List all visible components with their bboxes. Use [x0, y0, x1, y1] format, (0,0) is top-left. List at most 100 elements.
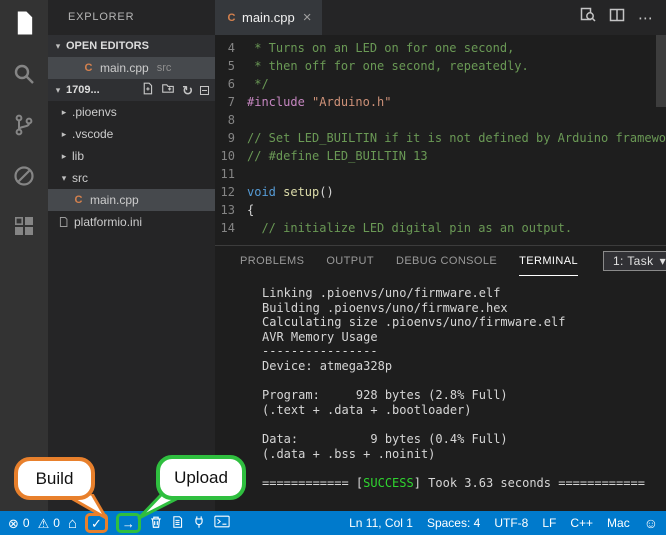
eol-mode[interactable]: LF: [542, 516, 556, 530]
chevron-right-icon: ▸: [58, 151, 70, 162]
error-count: 0: [23, 516, 30, 530]
open-editor-file-label: main.cpp: [100, 61, 149, 75]
tab-debug-console[interactable]: DEBUG CONSOLE: [396, 246, 497, 276]
code-text: // #define LED_BUILTIN 13: [247, 147, 428, 165]
tree-item-vscode[interactable]: ▸ .vscode: [48, 123, 215, 145]
editor-scrollbar[interactable]: [656, 35, 666, 107]
code-line: 9// Set LED_BUILTIN if it is not defined…: [215, 129, 666, 147]
editor-column: C main.cpp × ⋯ 4 * Turns on an LED on fo…: [215, 0, 666, 511]
terminal-selector-label: 1: Task: [613, 254, 654, 268]
new-file-icon[interactable]: [141, 82, 154, 98]
open-editor-detail: src: [157, 62, 172, 74]
annotation-build-label: Build: [36, 469, 74, 489]
files-icon: [13, 10, 36, 41]
tab-actions: ⋯: [580, 0, 666, 35]
tree-item-src[interactable]: ▾ src: [48, 167, 215, 189]
open-preview-icon[interactable]: [580, 7, 596, 28]
code-text: void setup(): [247, 183, 334, 201]
terminal-line: [262, 461, 666, 476]
code-editor[interactable]: 4 * Turns on an LED on for one second, 5…: [215, 35, 666, 245]
workspace-label: 1709...: [66, 84, 100, 96]
cursor-position[interactable]: Ln 11, Col 1: [349, 516, 413, 530]
tree-item-pioenvs[interactable]: ▸ .pioenvs: [48, 101, 215, 123]
terminal-icon: [214, 515, 230, 531]
pio-terminal-button[interactable]: [214, 515, 230, 531]
split-editor-icon[interactable]: [609, 7, 625, 28]
status-bar-right: Ln 11, Col 1 Spaces: 4 UTF-8 LF C++ Mac …: [349, 516, 658, 530]
collapse-all-icon[interactable]: [200, 86, 209, 95]
encoding[interactable]: UTF-8: [494, 516, 528, 530]
warning-icon: ⚠: [38, 517, 50, 530]
code-line: 4 * Turns on an LED on for one second,: [215, 39, 666, 57]
code-text: {: [247, 201, 254, 219]
terminal-output[interactable]: Linking .pioenvs/uno/firmware.elf Buildi…: [215, 276, 666, 490]
git-branch-icon: [12, 113, 36, 142]
line-number: 7: [215, 93, 235, 111]
tab-output[interactable]: OUTPUT: [326, 246, 374, 276]
cpp-file-icon: C: [72, 194, 85, 206]
terminal-line: Program: 928 bytes (2.8% Full): [262, 388, 666, 403]
chevron-down-icon: ▾: [52, 85, 64, 96]
code-line: 8: [215, 111, 666, 129]
workspace-header[interactable]: ▾ 1709... ↻: [48, 79, 215, 101]
tab-problems[interactable]: PROBLEMS: [240, 246, 304, 276]
main-area: EXPLORER ▾ OPEN EDITORS C main.cpp src ▾…: [0, 0, 666, 511]
terminal-line: [262, 417, 666, 432]
chevron-right-icon: ▸: [58, 107, 70, 118]
error-indicator[interactable]: ⊗0: [8, 516, 30, 530]
terminal-line: ============ [SUCCESS] Took 3.63 seconds…: [262, 476, 666, 491]
tree-item-lib[interactable]: ▸ lib: [48, 145, 215, 167]
code-line: 12void setup(): [215, 183, 666, 201]
error-icon: ⊗: [8, 517, 19, 530]
terminal-selector-dropdown[interactable]: 1: Task ▾: [603, 251, 666, 271]
ini-file-icon: [58, 216, 69, 228]
terminal-line: AVR Memory Usage: [262, 330, 666, 345]
new-folder-icon[interactable]: [161, 82, 175, 98]
activity-item-extensions[interactable]: [0, 204, 48, 255]
tab-main-cpp[interactable]: C main.cpp ×: [215, 0, 322, 35]
open-editors-header[interactable]: ▾ OPEN EDITORS: [48, 35, 215, 57]
tree-item-label: src: [72, 171, 88, 185]
line-number: 6: [215, 75, 235, 93]
sidebar-explorer: EXPLORER ▾ OPEN EDITORS C main.cpp src ▾…: [48, 0, 215, 511]
chevron-down-icon: ▾: [52, 41, 64, 52]
activity-item-explorer[interactable]: [0, 0, 48, 51]
terminal-line: Building .pioenvs/uno/firmware.hex: [262, 301, 666, 316]
chevron-right-icon: ▸: [58, 129, 70, 140]
search-icon: [12, 62, 36, 91]
refresh-icon[interactable]: ↻: [182, 84, 193, 97]
platform-label[interactable]: Mac: [607, 516, 630, 530]
tab-terminal[interactable]: TERMINAL: [519, 246, 578, 276]
code-line: 5 * then off for one second, repeatedly.: [215, 57, 666, 75]
code-text: * Turns on an LED on for one second,: [247, 39, 514, 57]
activity-item-search[interactable]: [0, 51, 48, 102]
terminal-line: ----------------: [262, 344, 666, 359]
terminal-line: Data: 9 bytes (0.4% Full): [262, 432, 666, 447]
editor-tab-bar: C main.cpp × ⋯: [215, 0, 666, 35]
open-editor-item-main-cpp[interactable]: C main.cpp src: [48, 57, 215, 79]
line-number: 10: [215, 147, 235, 165]
activity-item-debug[interactable]: [0, 153, 48, 204]
tree-item-platformio-ini[interactable]: platformio.ini: [48, 211, 215, 233]
line-number: 8: [215, 111, 235, 129]
language-mode[interactable]: C++: [570, 516, 593, 530]
tree-item-label: .vscode: [72, 127, 113, 141]
open-editors-label: OPEN EDITORS: [66, 40, 149, 52]
file-tree: ▸ .pioenvs ▸ .vscode ▸ lib ▾ src C mai: [48, 101, 215, 233]
line-number: 4: [215, 39, 235, 57]
code-line: 10 // #define LED_BUILTIN 13: [215, 147, 666, 165]
close-icon[interactable]: ×: [303, 9, 312, 26]
tree-item-main-cpp[interactable]: C main.cpp: [48, 189, 215, 211]
annotation-upload-label: Upload: [174, 468, 228, 488]
cpp-file-icon: C: [225, 12, 238, 24]
feedback-smiley-icon[interactable]: ☺: [644, 517, 658, 530]
activity-item-source-control[interactable]: [0, 102, 48, 153]
annotation-upload-bubble: Upload: [156, 455, 246, 500]
line-number: 14: [215, 219, 235, 237]
line-number: 9: [215, 129, 235, 147]
terminal-line: Device: atmega328p: [262, 359, 666, 374]
terminal-line: Calculating size .pioenvs/uno/firmware.e…: [262, 315, 666, 330]
tree-item-label: main.cpp: [90, 193, 139, 207]
more-actions-icon[interactable]: ⋯: [638, 9, 654, 27]
indentation[interactable]: Spaces: 4: [427, 516, 480, 530]
